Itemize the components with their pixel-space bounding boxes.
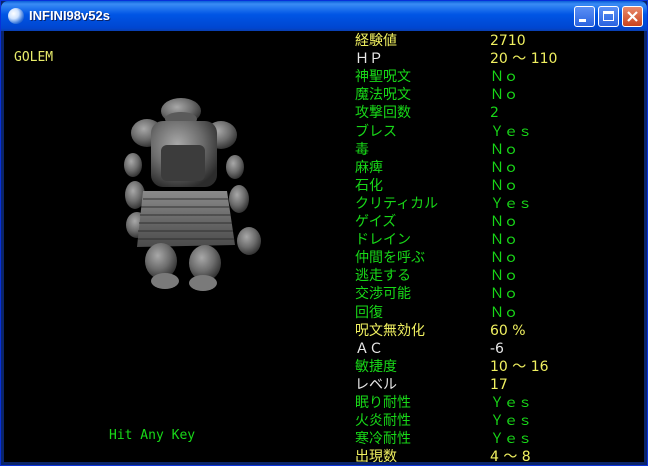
stat-value: Ｙｅｓ	[490, 195, 532, 212]
stat-row: 交渉可能 Ｎｏ	[355, 285, 644, 303]
stat-value: Ｙｅｓ	[490, 123, 532, 140]
stat-label: 神聖呪文	[355, 69, 411, 86]
app-icon[interactable]	[8, 8, 24, 24]
stat-label: 経験値	[355, 33, 397, 49]
stat-label: 回復	[355, 304, 383, 321]
game-screen[interactable]: GOLEM Hit Any Key 経験値 2710 ＨＰ 20 〜 110 神…	[4, 31, 644, 462]
stat-label: クリティカル	[355, 195, 439, 212]
close-icon	[627, 11, 638, 22]
stat-value: -6	[490, 340, 504, 357]
stat-value: Ｎｏ	[490, 268, 518, 285]
stat-label: 攻撃回数	[355, 105, 411, 122]
stat-row: 呪文無効化 60 %	[355, 322, 644, 340]
stat-row: クリティカル Ｙｅｓ	[355, 195, 644, 213]
stat-label: ブレス	[355, 123, 397, 140]
stat-row: 火炎耐性 Ｙｅｓ	[355, 412, 644, 430]
stat-label: 逃走する	[355, 268, 411, 285]
stat-row: レベル 17	[355, 376, 644, 394]
maximize-icon	[603, 11, 614, 21]
stat-label: 麻痺	[355, 159, 383, 176]
hit-any-key-prompt: Hit Any Key	[109, 428, 196, 443]
stat-label: 毒	[355, 141, 369, 158]
stat-label: 石化	[355, 177, 383, 194]
stat-value: Ｎｏ	[490, 250, 518, 267]
stat-row: 寒冷耐性 Ｙｅｓ	[355, 430, 644, 448]
stat-row: 神聖呪文 Ｎｏ	[355, 68, 644, 86]
stat-row: 経験値 2710	[355, 32, 644, 50]
stat-row: 攻撃回数 2	[355, 104, 644, 122]
stat-value: 4 〜 8	[490, 449, 531, 462]
stat-value: 20 〜 110	[490, 51, 558, 68]
stat-row: ＡＣ -6	[355, 340, 644, 358]
stat-row: 石化 Ｎｏ	[355, 177, 644, 195]
stat-value: Ｎｏ	[490, 159, 518, 176]
minimize-button[interactable]	[574, 6, 595, 27]
maximize-button[interactable]	[598, 6, 619, 27]
stat-value: Ｎｏ	[490, 69, 518, 86]
stat-label: 仲間を呼ぶ	[355, 250, 425, 267]
stat-value: Ｎｏ	[490, 214, 518, 230]
stat-label: 出現数	[355, 449, 397, 462]
stat-value: 17	[490, 376, 508, 393]
stat-row: 眠り耐性 Ｙｅｓ	[355, 394, 644, 412]
stat-value: Ｎｏ	[490, 232, 518, 249]
stat-row: ＨＰ 20 〜 110	[355, 50, 644, 68]
stat-label: ＡＣ	[355, 340, 383, 357]
stat-row: 麻痺 Ｎｏ	[355, 159, 644, 177]
title-bar[interactable]: INFINI98v52s	[1, 1, 647, 31]
stat-label: 魔法呪文	[355, 87, 411, 104]
stat-row: ブレス Ｙｅｓ	[355, 123, 644, 141]
stat-value: Ｙｅｓ	[490, 413, 532, 430]
stat-row: 出現数 4 〜 8	[355, 448, 644, 462]
window-title: INFINI98v52s	[29, 8, 110, 23]
stat-row: 魔法呪文 Ｎｏ	[355, 86, 644, 104]
stat-row: ドレイン Ｎｏ	[355, 231, 644, 249]
stat-value: Ｎｏ	[490, 304, 518, 321]
stat-row: 回復 Ｎｏ	[355, 304, 644, 322]
stat-label: 火炎耐性	[355, 413, 411, 430]
stat-row: 毒 Ｎｏ	[355, 141, 644, 159]
stat-value: Ｎｏ	[490, 87, 518, 104]
app-window: INFINI98v52s GOLEM Hit Any Key 経験値 2710 …	[0, 0, 648, 466]
stat-value: 2	[490, 105, 499, 122]
stat-value: Ｎｏ	[490, 177, 518, 194]
stat-row: ゲイズ Ｎｏ	[355, 213, 644, 231]
monster-name: GOLEM	[14, 50, 54, 65]
stat-label: 寒冷耐性	[355, 431, 411, 448]
stat-label: 敏捷度	[355, 358, 397, 375]
stat-value: 2710	[490, 33, 526, 49]
stat-row: 仲間を呼ぶ Ｎｏ	[355, 249, 644, 267]
stat-row: 逃走する Ｎｏ	[355, 267, 644, 285]
stat-value: Ｙｅｓ	[490, 431, 532, 448]
stat-label: 呪文無効化	[355, 322, 425, 339]
stat-row: 敏捷度 10 〜 16	[355, 358, 644, 376]
stat-value: 60 %	[490, 322, 526, 339]
minimize-icon	[579, 19, 586, 22]
stat-label: ＨＰ	[355, 51, 383, 68]
stat-label: レベル	[355, 376, 397, 393]
golem-image	[124, 98, 261, 291]
stat-value: Ｙｅｓ	[490, 395, 532, 411]
stat-value: Ｎｏ	[490, 141, 518, 158]
stat-label: 眠り耐性	[355, 395, 411, 411]
stat-label: 交渉可能	[355, 286, 411, 303]
stat-value: Ｎｏ	[490, 286, 518, 303]
stat-label: ゲイズ	[355, 214, 397, 230]
stat-label: ドレイン	[355, 232, 411, 249]
close-button[interactable]	[622, 6, 643, 27]
stat-value: 10 〜 16	[490, 358, 549, 375]
